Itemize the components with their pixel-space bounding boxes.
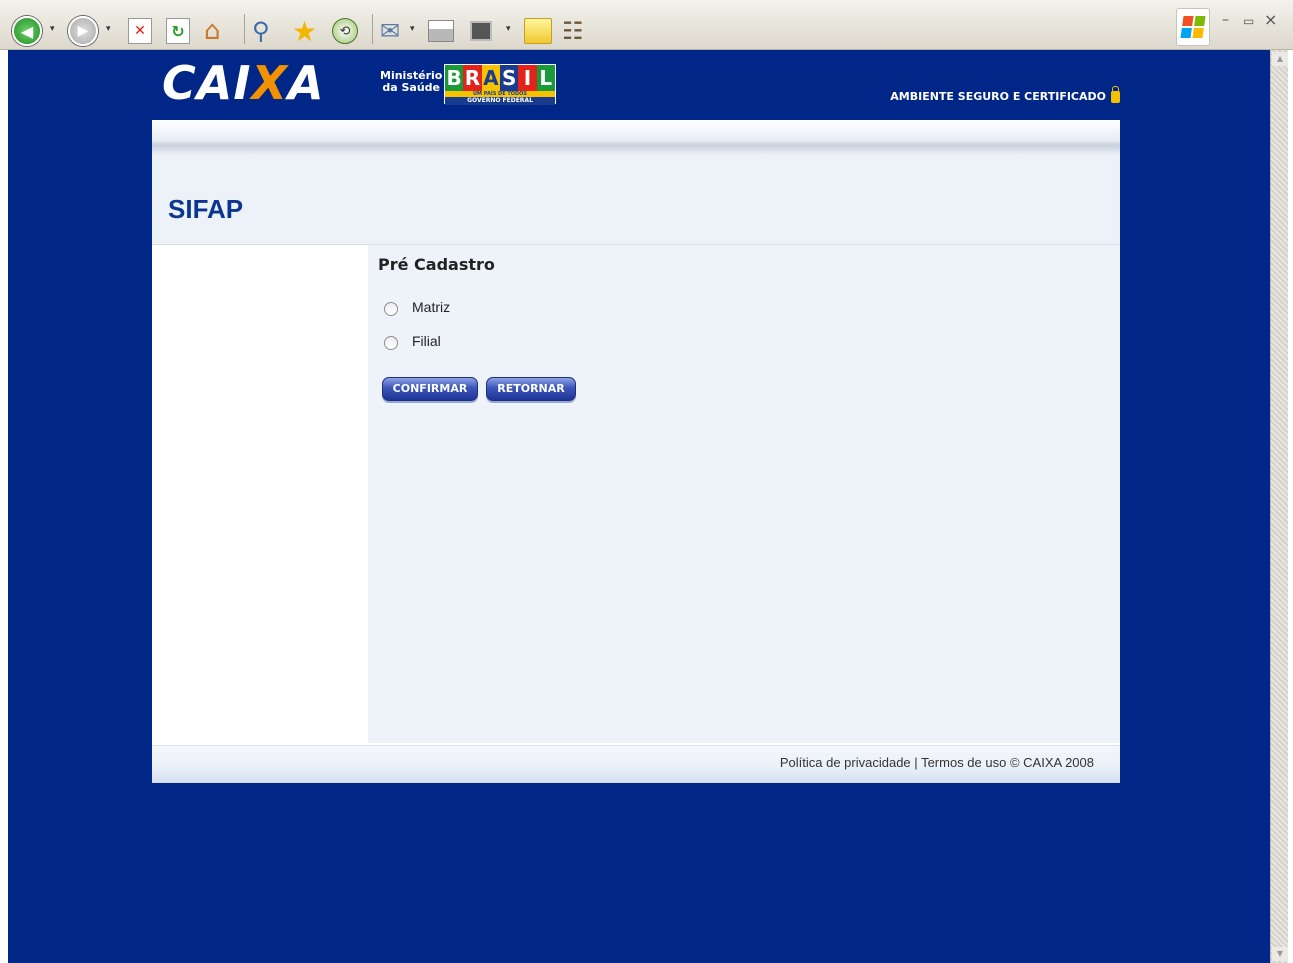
- scroll-down-arrow-icon[interactable]: ▼: [1272, 947, 1288, 961]
- return-button[interactable]: RETORNAR: [486, 377, 576, 401]
- favorites-icon: ★: [292, 14, 318, 48]
- back-icon: ◀: [12, 16, 42, 46]
- browser-toolbar: ◀ ▾ ▶ ▾ ✕ ↻ ⌂ ⚲ ★ ⟲ ✉ ▾ ▾ ☷ – ▭ ×: [0, 0, 1293, 50]
- edit-button[interactable]: [470, 14, 492, 48]
- option-matriz[interactable]: Matriz: [384, 299, 451, 316]
- notes-icon: [524, 18, 552, 44]
- section-title: Pré Cadastro: [378, 255, 495, 274]
- window-edge: [1288, 50, 1293, 963]
- history-button[interactable]: ⟲: [332, 14, 358, 48]
- security-badge: AMBIENTE SEGURO E CERTIFICADO: [890, 85, 1120, 103]
- ministerio-line2: da Saúde: [382, 81, 440, 94]
- edit-dropdown-icon[interactable]: ▾: [506, 24, 511, 34]
- edit-icon: [470, 21, 492, 41]
- matriz-label: Matriz: [412, 299, 451, 315]
- security-label: AMBIENTE SEGURO E CERTIFICADO: [890, 90, 1106, 103]
- page-body: CAIXA Ministério da Saúde B R A S I L UM…: [8, 50, 1270, 963]
- footer-separator: |: [914, 755, 918, 770]
- research-button[interactable]: ☷: [562, 14, 584, 48]
- confirm-button[interactable]: CONFIRMAR: [382, 377, 478, 401]
- brasil-gov-label: GOVERNO FEDERAL: [445, 97, 555, 105]
- vertical-scrollbar[interactable]: ▲ ▼: [1270, 50, 1288, 963]
- forward-button[interactable]: ▶: [68, 14, 98, 48]
- notes-button[interactable]: [524, 14, 552, 48]
- minimize-button[interactable]: –: [1222, 12, 1229, 28]
- terms-link[interactable]: Termos de uso: [921, 755, 1006, 770]
- footer-links: Política de privacidade | Termos de uso …: [780, 755, 1094, 770]
- mail-button[interactable]: ✉: [380, 14, 400, 48]
- option-filial[interactable]: Filial: [384, 333, 441, 350]
- print-button[interactable]: [428, 14, 454, 48]
- stop-icon: ✕: [128, 18, 152, 44]
- matriz-radio[interactable]: [384, 302, 398, 316]
- footer: Política de privacidade | Termos de uso …: [152, 745, 1120, 783]
- title-band: SIFAP: [152, 156, 1120, 245]
- search-icon: ⚲: [252, 17, 270, 45]
- ministerio-label: Ministério da Saúde: [380, 70, 442, 94]
- back-button[interactable]: ◀: [12, 14, 42, 48]
- favorites-button[interactable]: ★: [292, 14, 317, 48]
- forward-icon: ▶: [68, 16, 98, 46]
- forward-dropdown-icon[interactable]: ▾: [106, 24, 111, 34]
- print-icon: [428, 20, 454, 42]
- home-button[interactable]: ⌂: [204, 14, 221, 48]
- left-column: [152, 245, 368, 743]
- close-button[interactable]: ×: [1264, 10, 1277, 29]
- history-icon: ⟲: [332, 18, 358, 44]
- content-panel: SIFAP Pré Cadastro Matriz Filial CONFIRM…: [152, 120, 1120, 783]
- research-icon: ☷: [562, 17, 584, 45]
- search-button[interactable]: ⚲: [252, 14, 270, 48]
- lock-icon: [1111, 85, 1120, 103]
- windows-logo-icon: [1176, 8, 1210, 46]
- brasil-logo: B R A S I L UM PAÍS DE TODOS GOVERNO FED…: [444, 64, 556, 105]
- home-icon: ⌂: [204, 16, 221, 46]
- refresh-button[interactable]: ↻: [166, 14, 190, 48]
- mail-dropdown-icon[interactable]: ▾: [410, 24, 415, 34]
- restore-button[interactable]: ▭: [1243, 14, 1254, 28]
- copyright: © CAIXA 2008: [1009, 755, 1094, 770]
- top-stripe: [152, 120, 1120, 156]
- filial-radio[interactable]: [384, 336, 398, 350]
- privacy-link[interactable]: Política de privacidade: [780, 755, 911, 770]
- site-header: CAIXA Ministério da Saúde B R A S I L UM…: [152, 50, 1120, 120]
- back-dropdown-icon[interactable]: ▾: [50, 24, 55, 34]
- filial-label: Filial: [412, 333, 441, 349]
- refresh-icon: ↻: [166, 18, 190, 44]
- page-title: SIFAP: [168, 194, 244, 224]
- scroll-up-arrow-icon[interactable]: ▲: [1272, 52, 1288, 66]
- caixa-logo[interactable]: CAIXA: [162, 56, 325, 110]
- main-column: Pré Cadastro Matriz Filial CONFIRMAR RET…: [368, 245, 1120, 743]
- stop-button[interactable]: ✕: [128, 14, 152, 48]
- mail-icon: ✉: [380, 17, 401, 45]
